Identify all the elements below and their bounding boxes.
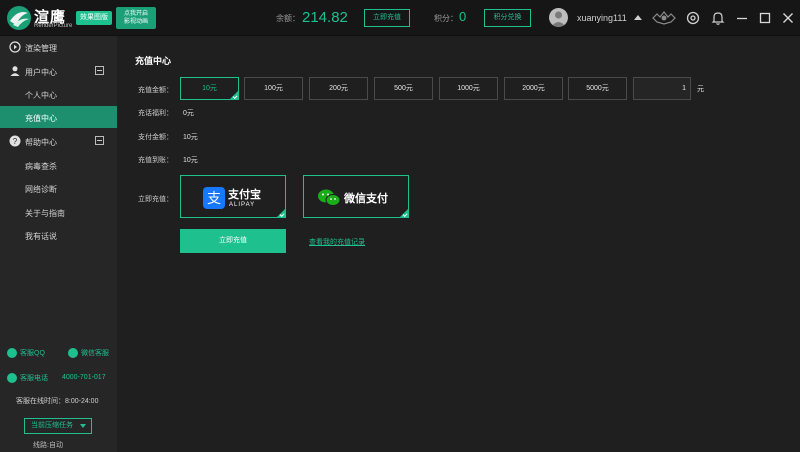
amount-option[interactable]: 2000元 — [504, 77, 563, 100]
sidebar-group-label: 用户中心 — [25, 68, 57, 77]
cs-phone: 客服电话 — [7, 373, 48, 384]
cs-phone-label: 客服电话 — [20, 375, 48, 382]
pay-amount-value: 10元 — [183, 134, 198, 141]
cs-phone-number: 4000-701-017 — [62, 374, 106, 381]
cs-wechat-label: 微信客服 — [81, 350, 109, 357]
alipay-sub: ALIPAY — [229, 202, 256, 208]
unit-label: 元 — [697, 86, 704, 93]
sidebar-item-label: 病毒查杀 — [25, 162, 57, 171]
sidebar: 渲染管理 用户中心 个人中心 充值中心 ? 帮助中心 病毒查杀 网络诊断 关于与… — [0, 36, 117, 452]
sidebar-item-label: 我有话说 — [25, 232, 57, 241]
promo-line-2: 影视动画 — [123, 19, 148, 25]
play-circle-icon — [9, 41, 21, 53]
page-title: 充值中心 — [135, 56, 172, 66]
sidebar-item-label: 个人中心 — [25, 91, 57, 100]
sidebar-item-network-diagnosis[interactable]: 网络诊断 — [0, 177, 117, 199]
arrive-value: 10元 — [183, 157, 198, 164]
amount-option[interactable]: 200元 — [309, 77, 368, 100]
cs-hours: 客服在线时间：8:00-24:00 — [16, 398, 99, 405]
recharge-now-button[interactable]: 立即充值 — [364, 9, 410, 27]
balance-value: 214.82 — [302, 9, 348, 26]
main-panel: 充值中心 充值金额： 10元 100元 200元 500元 1000元 2000元 5000… — [117, 36, 800, 452]
amount-option[interactable]: 1000元 — [439, 77, 498, 100]
sidebar-group-label: 帮助中心 — [25, 138, 57, 147]
promo-line-1: 点我开启 — [123, 11, 148, 17]
collapse-toggle-icon[interactable] — [95, 66, 104, 75]
cs-qq-link[interactable]: 客服QQ — [7, 348, 45, 359]
amount-option[interactable]: 100元 — [244, 77, 303, 100]
cs-wechat-link[interactable]: 微信客服 — [68, 348, 109, 359]
bell-icon[interactable] — [710, 10, 726, 26]
settings-icon[interactable] — [685, 10, 701, 26]
arrive-label: 充值到账： — [138, 157, 173, 164]
points-redeem-button[interactable]: 积分兑换 — [484, 9, 531, 27]
points-label: 积分： — [434, 14, 458, 23]
cs-qq-label: 客服QQ — [20, 350, 45, 357]
vip-badge-icon[interactable] — [652, 10, 676, 26]
points-value: 0 — [459, 9, 467, 24]
sidebar-item-render-manage[interactable]: 渲染管理 — [0, 36, 117, 58]
wechat-logo-icon — [317, 187, 341, 211]
sidebar-item-label: 关于与指南 — [25, 209, 65, 218]
sidebar-item-label: 渲染管理 — [25, 44, 57, 53]
sidebar-item-recharge-center[interactable]: 充值中心 — [0, 106, 117, 128]
route-status: 线路:自动 — [33, 442, 63, 449]
alipay-option[interactable]: 支 支付宝 ALIPAY — [180, 175, 286, 218]
amount-option[interactable]: 10元 — [180, 77, 239, 100]
bonus-label: 充话福利： — [138, 110, 173, 117]
edition-badge[interactable]: 效果图版 — [76, 11, 112, 25]
sidebar-item-personal-center[interactable]: 个人中心 — [0, 83, 117, 105]
bonus-value: 0元 — [183, 110, 194, 117]
chevron-down-icon — [80, 424, 86, 428]
selected-check-icon — [277, 209, 285, 217]
wechat-icon — [68, 348, 78, 359]
qq-icon — [7, 348, 17, 359]
selected-check-icon — [400, 209, 408, 217]
user-icon — [9, 65, 21, 77]
submit-recharge-button[interactable]: 立即充值 — [180, 229, 286, 253]
maximize-icon[interactable] — [757, 10, 773, 26]
close-icon[interactable] — [780, 10, 796, 26]
recharge-history-link[interactable]: 查看我的充值记录 — [309, 237, 365, 247]
balance-label: 余额： — [276, 14, 300, 23]
app-logo-icon — [6, 5, 32, 31]
sidebar-item-about-guide[interactable]: 关于与指南 — [0, 201, 117, 223]
amount-option[interactable]: 5000元 — [568, 77, 627, 100]
amount-option[interactable]: 500元 — [374, 77, 433, 100]
pay-method-label: 立即充值： — [138, 196, 173, 203]
help-icon: ? — [9, 135, 21, 147]
task-dropdown[interactable]: 当前压缩任务 — [24, 418, 92, 434]
task-dropdown-value: 当前压缩任务 — [31, 422, 73, 429]
alipay-logo-icon: 支 — [203, 187, 225, 211]
sidebar-item-label: 充值中心 — [25, 114, 57, 123]
avatar[interactable] — [549, 8, 568, 27]
username[interactable]: xuanying111 — [577, 13, 627, 23]
user-menu-caret-icon[interactable] — [634, 15, 642, 20]
custom-amount-input[interactable]: 1 — [633, 77, 691, 100]
alipay-text: 支付宝 — [228, 189, 261, 201]
collapse-toggle-icon[interactable] — [95, 136, 104, 145]
sidebar-item-label: 网络诊断 — [25, 185, 57, 194]
amount-label: 充值金额： — [138, 87, 173, 94]
minimize-icon[interactable] — [734, 10, 750, 26]
wechat-pay-text: 微信支付 — [344, 193, 388, 205]
sidebar-group-help-center[interactable]: ? 帮助中心 — [0, 130, 117, 152]
svg-text:支: 支 — [207, 191, 221, 207]
sidebar-group-user-center[interactable]: 用户中心 — [0, 60, 117, 82]
wechat-pay-option[interactable]: 微信支付 — [303, 175, 409, 218]
sidebar-item-feedback[interactable]: 我有话说 — [0, 224, 117, 246]
app-subtitle: RenderPicture — [34, 23, 73, 29]
phone-icon — [7, 373, 17, 384]
sidebar-item-virus-scan[interactable]: 病毒查杀 — [0, 154, 117, 176]
svg-text:?: ? — [13, 137, 18, 146]
pay-amount-label: 支付金额： — [138, 134, 173, 141]
selected-check-icon — [230, 91, 238, 99]
title-bar: 渲鹰 RenderPicture 效果图版 点我开启 影视动画 余额： 214.… — [0, 0, 800, 36]
promo-animation-button[interactable]: 点我开启 影视动画 — [116, 7, 156, 29]
